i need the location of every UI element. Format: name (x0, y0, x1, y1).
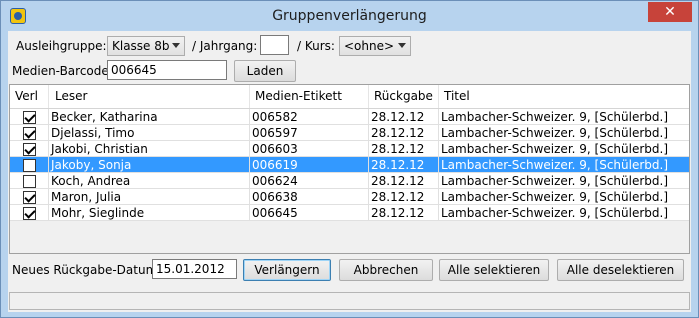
close-button[interactable]: ✕ (648, 2, 692, 22)
due-cell[interactable]: 28.12.12 (369, 141, 439, 157)
extend-checkbox[interactable] (23, 143, 36, 156)
verl-cell (10, 173, 49, 189)
reader-cell[interactable]: Djelassi, Timo (49, 125, 250, 141)
chevron-down-icon (398, 43, 406, 48)
deselect-all-button[interactable]: Alle deselektieren (557, 259, 684, 281)
extend-button[interactable]: Verlängern (243, 259, 331, 281)
verl-cell (10, 205, 49, 221)
status-bar (9, 292, 690, 310)
table-row[interactable]: Koch, Andrea 006624 28.12.12 Lambacher-Schw… (10, 173, 689, 189)
title-cell[interactable]: Lambacher-Schweizer. 9, [Schülerbd.] (439, 173, 689, 189)
due-cell[interactable]: 28.12.12 (369, 109, 439, 125)
year-input[interactable] (260, 35, 289, 55)
column-header-title[interactable]: Titel (439, 85, 689, 108)
title-bar[interactable]: Gruppenverlängerung ✕ (1, 1, 698, 31)
year-label: / Jahrgang: (192, 39, 258, 53)
dialog-content: Ausleihgruppe: Klasse 8b / Jahrgang: / K… (8, 31, 691, 312)
barcode-label: Medien-Barcode: (12, 64, 113, 78)
dialog-window: Gruppenverlängerung ✕ Ausleihgruppe: Kla… (0, 0, 699, 318)
title-cell[interactable]: Lambacher-Schweizer. 9, [Schülerbd.] (439, 109, 689, 125)
extend-checkbox[interactable] (23, 175, 36, 188)
load-button[interactable]: Laden (234, 60, 296, 82)
table-row[interactable]: Djelassi, Timo 006597 28.12.12 Lambacher-Sc… (10, 125, 689, 141)
verl-cell (10, 141, 49, 157)
table-row[interactable]: Jakoby, Sonja 006619 28.12.12 Lambacher-Sch… (10, 157, 689, 173)
due-cell[interactable]: 28.12.12 (369, 157, 439, 173)
extend-checkbox[interactable] (23, 191, 36, 204)
label-cell[interactable]: 006619 (250, 157, 369, 173)
group-select[interactable]: Klasse 8b (107, 36, 185, 56)
reader-cell[interactable]: Koch, Andrea (49, 173, 250, 189)
return-date-input[interactable]: 15.01.2012 (152, 259, 237, 279)
extend-checkbox[interactable] (23, 127, 36, 140)
table-row[interactable]: Becker, Katharina 006582 28.12.12 Lambacher… (10, 109, 689, 125)
reader-cell[interactable]: Jakobi, Christian (49, 141, 250, 157)
window-title: Gruppenverlängerung (272, 8, 427, 24)
select-all-button[interactable]: Alle selektieren (439, 259, 549, 281)
loans-table: Verl Leser Medien-Etikett Rückgabe Titel… (9, 84, 690, 254)
reader-cell[interactable]: Mohr, Sieglinde (49, 205, 250, 221)
label-cell[interactable]: 006624 (250, 173, 369, 189)
chevron-down-icon (172, 43, 180, 48)
extend-checkbox[interactable] (23, 159, 36, 172)
label-cell[interactable]: 006638 (250, 189, 369, 205)
course-select-value: <ohne> (344, 39, 395, 53)
table-header: Verl Leser Medien-Etikett Rückgabe Titel (10, 85, 689, 109)
due-cell[interactable]: 28.12.12 (369, 205, 439, 221)
column-header-due[interactable]: Rückgabe (369, 85, 439, 108)
verl-cell (10, 125, 49, 141)
title-cell[interactable]: Lambacher-Schweizer. 9, [Schülerbd.] (439, 141, 689, 157)
due-cell[interactable]: 28.12.12 (369, 189, 439, 205)
due-cell[interactable]: 28.12.12 (369, 125, 439, 141)
verl-cell (10, 189, 49, 205)
label-cell[interactable]: 006597 (250, 125, 369, 141)
extend-checkbox[interactable] (23, 207, 36, 220)
extend-checkbox[interactable] (23, 111, 36, 124)
verl-cell (10, 157, 49, 173)
column-header-verl[interactable]: Verl (10, 85, 49, 108)
table-row[interactable]: Mohr, Sieglinde 006645 28.12.12 Lambacher-S… (10, 205, 689, 221)
group-label: Ausleihgruppe: (16, 39, 107, 53)
group-select-value: Klasse 8b (112, 39, 170, 53)
table-empty-area (10, 221, 689, 253)
title-cell[interactable]: Lambacher-Schweizer. 9, [Schülerbd.] (439, 205, 689, 221)
label-cell[interactable]: 006603 (250, 141, 369, 157)
reader-cell[interactable]: Maron, Julia (49, 189, 250, 205)
reader-cell[interactable]: Becker, Katharina (49, 109, 250, 125)
course-label: / Kurs: (297, 39, 335, 53)
table-row[interactable]: Maron, Julia 006638 28.12.12 Lambacher-Schw… (10, 189, 689, 205)
cancel-button[interactable]: Abbrechen (339, 259, 433, 281)
reader-cell[interactable]: Jakoby, Sonja (49, 157, 250, 173)
course-select[interactable]: <ohne> (339, 36, 411, 56)
label-cell[interactable]: 006645 (250, 205, 369, 221)
title-cell[interactable]: Lambacher-Schweizer. 9, [Schülerbd.] (439, 189, 689, 205)
verl-cell (10, 109, 49, 125)
barcode-input[interactable]: 006645 (107, 60, 227, 80)
title-cell[interactable]: Lambacher-Schweizer. 9, [Schülerbd.] (439, 157, 689, 173)
label-cell[interactable]: 006582 (250, 109, 369, 125)
date-label: Neues Rückgabe-Datum: (12, 263, 162, 277)
column-header-label[interactable]: Medien-Etikett (250, 85, 369, 108)
due-cell[interactable]: 28.12.12 (369, 173, 439, 189)
column-header-reader[interactable]: Leser (49, 85, 250, 108)
table-row[interactable]: Jakobi, Christian 006603 28.12.12 Lambacher… (10, 141, 689, 157)
title-cell[interactable]: Lambacher-Schweizer. 9, [Schülerbd.] (439, 125, 689, 141)
